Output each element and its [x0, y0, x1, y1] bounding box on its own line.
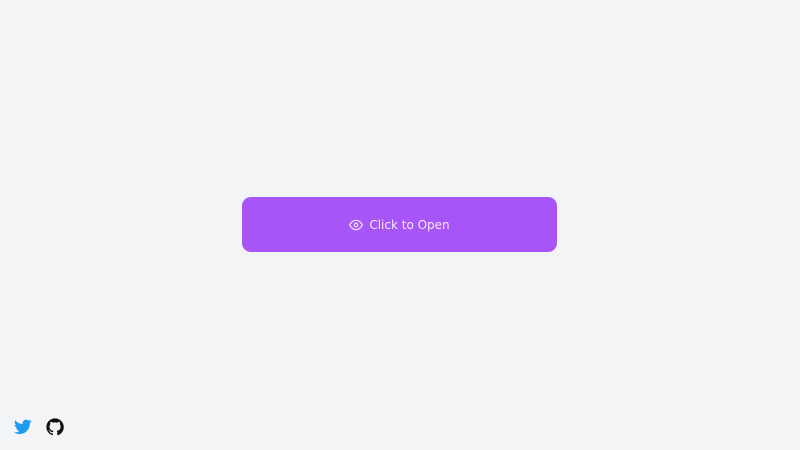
- social-links: [14, 418, 64, 436]
- click-to-open-button[interactable]: Click to Open: [242, 197, 557, 252]
- page: Click to Open: [0, 0, 800, 450]
- twitter-icon: [14, 419, 32, 434]
- github-link[interactable]: [46, 418, 64, 436]
- click-to-open-label: Click to Open: [369, 217, 450, 232]
- eye-icon: [349, 218, 364, 232]
- twitter-link[interactable]: [14, 418, 32, 436]
- github-icon: [46, 418, 64, 436]
